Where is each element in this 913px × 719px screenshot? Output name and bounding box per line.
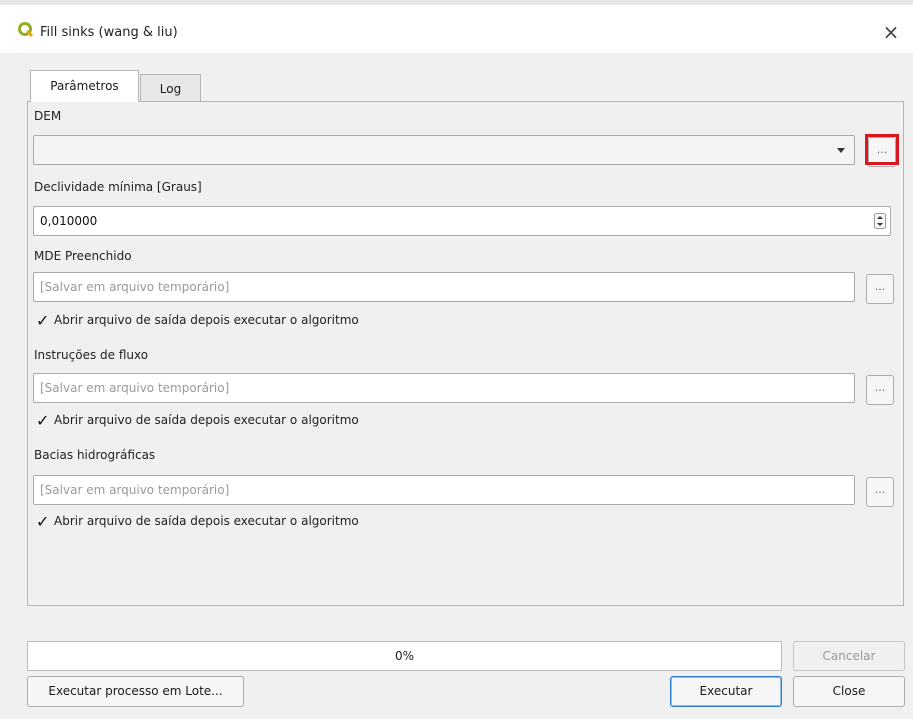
- check-mark-icon: ✓: [36, 512, 50, 531]
- check-mark-icon: ✓: [36, 411, 50, 430]
- close-window-icon[interactable]: ×: [878, 19, 904, 45]
- flow-directions-label: Instruções de fluxo: [34, 348, 149, 362]
- progress-bar: 0%: [27, 641, 782, 671]
- flow-directions-output-field[interactable]: [Salvar em arquivo temporário]: [33, 373, 855, 403]
- title-bar: Fill sinks (wang & liu) ×: [0, 5, 913, 53]
- basins-browse-button[interactable]: ...: [866, 477, 894, 507]
- run-as-batch-button[interactable]: Executar processo em Lote...: [27, 676, 244, 707]
- flow-directions-browse-button[interactable]: ...: [866, 375, 894, 405]
- tab-log[interactable]: Log: [140, 74, 201, 102]
- check-mark-icon: ✓: [36, 311, 50, 330]
- run-button[interactable]: Executar: [670, 676, 782, 707]
- highlight-box: [865, 134, 899, 165]
- chevron-down-icon: [837, 148, 845, 153]
- tab-parameters[interactable]: Parâmetros: [30, 70, 139, 102]
- parameters-panel: [27, 101, 904, 606]
- min-slope-spinbox[interactable]: 0,010000: [33, 206, 891, 236]
- close-button[interactable]: Close: [793, 676, 905, 707]
- filled-dem-browse-button[interactable]: ...: [866, 274, 894, 304]
- basins-label: Bacias hidrográficas: [34, 448, 156, 462]
- qgis-logo-icon: [18, 22, 34, 38]
- dem-combo[interactable]: [33, 135, 855, 165]
- min-slope-label: Declividade mínima [Graus]: [34, 180, 202, 194]
- spin-arrows-icon[interactable]: [874, 213, 886, 229]
- dem-label: DEM: [34, 109, 62, 123]
- cancel-button[interactable]: Cancelar: [793, 641, 905, 671]
- basins-output-field[interactable]: [Salvar em arquivo temporário]: [33, 475, 855, 505]
- filled-dem-label: MDE Preenchido: [34, 249, 132, 263]
- filled-dem-output-field[interactable]: [Salvar em arquivo temporário]: [33, 272, 855, 302]
- window-title: Fill sinks (wang & liu): [40, 25, 178, 40]
